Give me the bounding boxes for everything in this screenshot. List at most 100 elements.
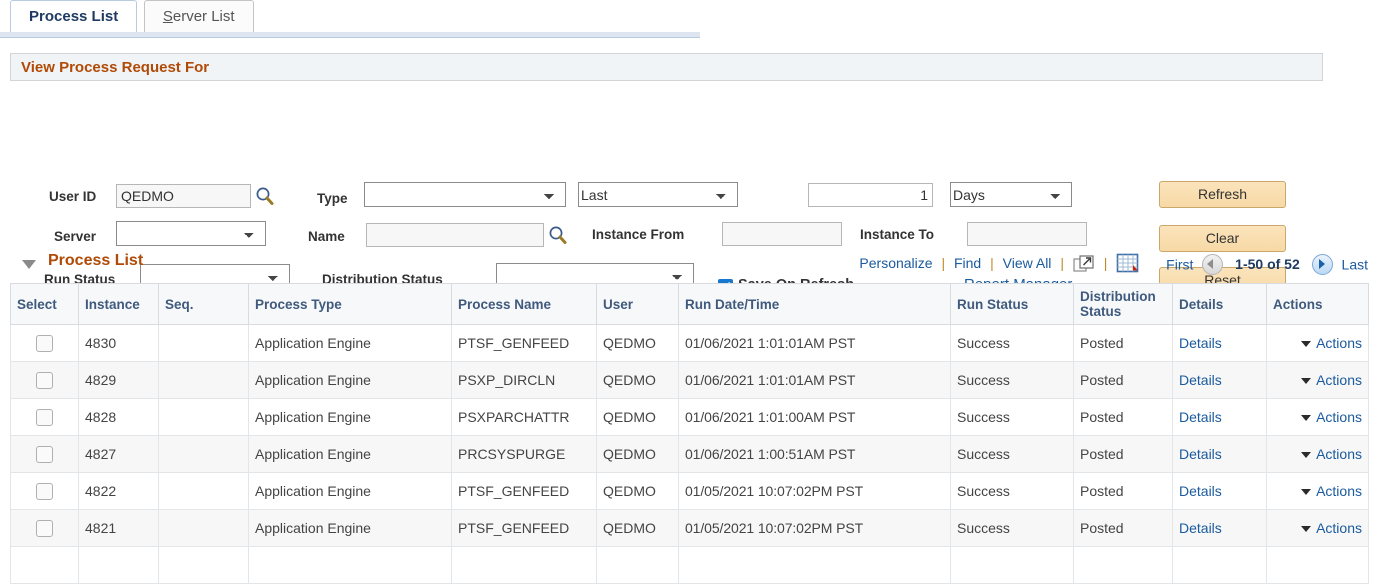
last-select[interactable]: Last (578, 182, 738, 207)
cell-process-type: Application Engine (249, 399, 452, 436)
cell-instance: 4821 (79, 510, 159, 547)
cell-process-type: Application Engine (249, 325, 452, 362)
column-header-select[interactable]: Select (11, 284, 79, 325)
actions-chevron-down-icon[interactable] (1301, 489, 1311, 495)
row-select-checkbox[interactable] (36, 483, 53, 500)
table-row-partial (11, 547, 1369, 584)
pager-first-link[interactable]: First (1166, 256, 1193, 272)
table-body: 4830Application EnginePTSF_GENFEEDQEDMO0… (11, 325, 1369, 584)
instance-to-label: Instance To (860, 227, 934, 242)
new-window-icon[interactable] (1073, 254, 1095, 277)
name-lookup-icon[interactable] (548, 225, 568, 245)
view-all-link[interactable]: View All (1003, 255, 1052, 271)
column-header-process-type[interactable]: Process Type (249, 284, 452, 325)
tab-server-list[interactable]: Server List (144, 0, 254, 32)
actions-chevron-down-icon[interactable] (1301, 378, 1311, 384)
table-cell-partial (1173, 547, 1267, 584)
column-header-instance[interactable]: Instance (79, 284, 159, 325)
actions-link[interactable]: Actions (1316, 372, 1362, 388)
table-cell-partial (11, 547, 79, 584)
cell-run-datetime: 01/06/2021 1:01:00AM PST (679, 399, 951, 436)
user-id-input[interactable] (116, 184, 251, 208)
grid-title: Process List (48, 252, 143, 270)
column-header-run-status[interactable]: Run Status (951, 284, 1074, 325)
find-link[interactable]: Find (954, 255, 981, 271)
cell-process-name: PTSF_GENFEED (452, 325, 597, 362)
cell-process-type: Application Engine (249, 362, 452, 399)
type-select[interactable] (364, 182, 566, 207)
actions-chevron-down-icon[interactable] (1301, 415, 1311, 421)
time-unit-select[interactable]: Days (950, 182, 1072, 207)
cell-run-status: Success (951, 325, 1074, 362)
cell-run-datetime: 01/06/2021 1:00:51AM PST (679, 436, 951, 473)
actions-link[interactable]: Actions (1316, 483, 1362, 499)
details-link[interactable]: Details (1179, 372, 1222, 388)
process-list-grid: Process List Personalize | Find | View A… (10, 248, 1368, 584)
tab-strip-underline (0, 32, 700, 38)
column-header-distribution-status[interactable]: Distribution Status (1074, 284, 1173, 325)
grid-pager: First 1-50 of 52 Last (1166, 254, 1368, 275)
actions-link[interactable]: Actions (1316, 409, 1362, 425)
row-select-checkbox[interactable] (36, 520, 53, 537)
actions-link[interactable]: Actions (1316, 335, 1362, 351)
table-cell-partial (951, 547, 1074, 584)
row-select-checkbox[interactable] (36, 409, 53, 426)
table-row: 4830Application EnginePTSF_GENFEEDQEDMO0… (11, 325, 1369, 362)
cell-seq (159, 473, 249, 510)
actions-chevron-down-icon[interactable] (1301, 341, 1311, 347)
download-spreadsheet-icon[interactable] (1116, 253, 1140, 277)
column-header-seq[interactable]: Seq. (159, 284, 249, 325)
personalize-link[interactable]: Personalize (859, 255, 932, 271)
column-header-user[interactable]: User (597, 284, 679, 325)
actions-chevron-down-icon[interactable] (1301, 526, 1311, 532)
pager-next-button[interactable] (1312, 254, 1333, 275)
details-link[interactable]: Details (1179, 483, 1222, 499)
collapse-triangle-icon[interactable] (22, 260, 36, 269)
cell-process-name: PTSF_GENFEED (452, 473, 597, 510)
details-link[interactable]: Details (1179, 446, 1222, 462)
server-select[interactable] (116, 221, 266, 246)
details-link[interactable]: Details (1179, 335, 1222, 351)
type-label: Type (317, 191, 348, 206)
cell-run-status: Success (951, 362, 1074, 399)
column-header-process-name[interactable]: Process Name (452, 284, 597, 325)
row-select-cell (11, 399, 79, 436)
time-count-input[interactable] (808, 183, 933, 207)
table-row: 4828Application EnginePSXPARCHATTRQEDMO0… (11, 399, 1369, 436)
cell-instance: 4829 (79, 362, 159, 399)
instance-from-label: Instance From (592, 227, 684, 242)
pager-previous-button[interactable] (1202, 254, 1223, 275)
column-header-actions: Actions (1267, 284, 1369, 325)
table-cell-partial (79, 547, 159, 584)
row-select-cell (11, 436, 79, 473)
cell-process-name: PRCSYSPURGE (452, 436, 597, 473)
row-select-checkbox[interactable] (36, 446, 53, 463)
instance-from-input[interactable] (722, 222, 842, 246)
column-header-run-datetime[interactable]: Run Date/Time (679, 284, 951, 325)
row-select-checkbox[interactable] (36, 372, 53, 389)
refresh-button[interactable]: Refresh (1159, 181, 1286, 208)
actions-chevron-down-icon[interactable] (1301, 452, 1311, 458)
cell-seq (159, 399, 249, 436)
user-id-lookup-icon[interactable] (255, 186, 275, 206)
actions-link[interactable]: Actions (1316, 446, 1362, 462)
row-select-cell (11, 510, 79, 547)
tab-process-list[interactable]: Process List (10, 0, 137, 32)
tab-strip: Process List Server List (0, 0, 1378, 38)
name-input[interactable] (366, 223, 544, 247)
table-row: 4822Application EnginePTSF_GENFEEDQEDMO0… (11, 473, 1369, 510)
cell-distribution-status: Posted (1074, 436, 1173, 473)
cell-details: Details (1173, 325, 1267, 362)
row-select-checkbox[interactable] (36, 335, 53, 352)
cell-user: QEDMO (597, 399, 679, 436)
cell-seq (159, 510, 249, 547)
pager-last-link[interactable]: Last (1342, 256, 1368, 272)
cell-seq (159, 362, 249, 399)
details-link[interactable]: Details (1179, 409, 1222, 425)
instance-to-input[interactable] (967, 222, 1087, 246)
details-link[interactable]: Details (1179, 520, 1222, 536)
cell-run-status: Success (951, 436, 1074, 473)
cell-user: QEDMO (597, 510, 679, 547)
cell-seq (159, 325, 249, 362)
actions-link[interactable]: Actions (1316, 520, 1362, 536)
